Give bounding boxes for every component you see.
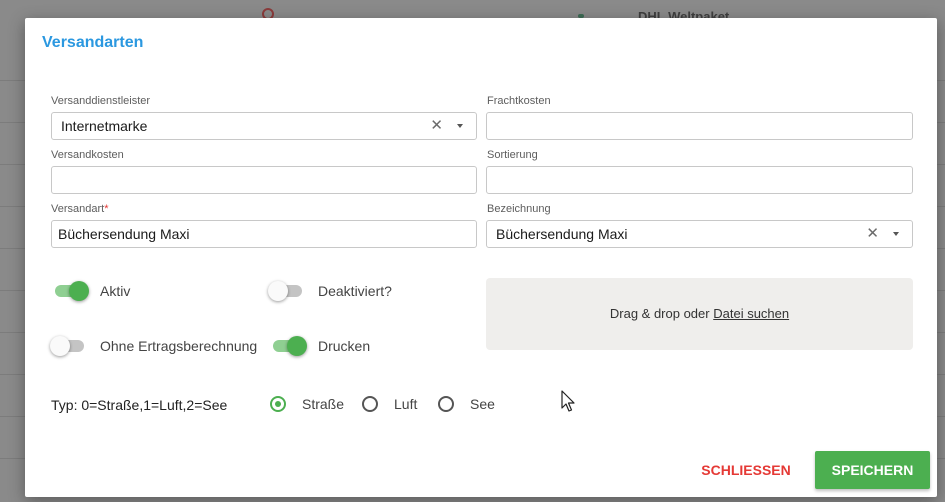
dialog-title: Versandarten [42,34,144,51]
toggle-knob [268,281,288,301]
schliessen-button[interactable]: SCHLIESSEN [691,452,801,488]
close-icon[interactable]: ✕ [430,113,443,139]
aktiv-label: Aktiv [100,283,131,299]
deaktiviert-label: Deaktiviert? [318,283,392,299]
versanddienstleister-select[interactable]: Internetmarke ✕ [51,112,477,140]
speichern-button[interactable]: SPEICHERN [815,451,930,489]
versandkosten-input[interactable] [51,166,477,194]
ohne-ertragsberechnung-toggle[interactable] [50,336,86,356]
radio-see-label: See [470,396,495,412]
close-icon[interactable]: ✕ [866,221,879,247]
mouse-cursor-icon [561,390,575,412]
versandarten-dialog: Versandarten Versanddienstleister Intern… [25,18,937,497]
ohne-ertragsberechnung-label: Ohne Ertragsberechnung [100,338,258,354]
drucken-toggle[interactable] [271,336,307,356]
versandart-label-text: Versandart [51,203,105,215]
required-marker: * [104,203,109,215]
toggle-knob [69,281,89,301]
toggle-knob [50,336,70,356]
toggle-knob [287,336,307,356]
versandart-input[interactable]: Büchersendung Maxi [51,220,477,248]
radio-luft-label: Luft [394,396,418,412]
chevron-down-icon[interactable] [893,232,899,236]
aktiv-toggle[interactable] [53,281,89,301]
sortierung-input[interactable] [486,166,913,194]
bezeichnung-label: Bezeichnung [487,203,551,215]
versanddienstleister-label: Versanddienstleister [51,95,151,107]
drucken-label: Drucken [318,338,371,354]
versanddienstleister-value: Internetmarke [61,118,148,134]
radio-luft[interactable] [362,396,378,412]
bezeichnung-value: Büchersendung Maxi [496,226,628,242]
versandart-value: Büchersendung Maxi [58,226,190,242]
radio-strasse-label: Straße [302,396,345,412]
datei-suchen-link[interactable]: Datei suchen [713,306,789,321]
typ-label: Typ: 0=Straße,1=Luft,2=See [51,397,228,413]
chevron-down-icon[interactable] [457,124,463,128]
frachtkosten-input[interactable] [486,112,913,140]
file-dropzone[interactable]: Drag & drop oder Datei suchen [486,278,913,350]
radio-see[interactable] [438,396,454,412]
frachtkosten-label: Frachtkosten [487,95,551,107]
versandkosten-label: Versandkosten [51,149,124,161]
radio-strasse[interactable] [270,396,286,412]
sortierung-label: Sortierung [487,149,538,161]
versandart-label: Versandart* [51,203,108,215]
bezeichnung-select[interactable]: Büchersendung Maxi ✕ [486,220,913,248]
dropzone-text: Drag & drop oder [609,306,710,321]
deaktiviert-toggle[interactable] [268,281,304,301]
